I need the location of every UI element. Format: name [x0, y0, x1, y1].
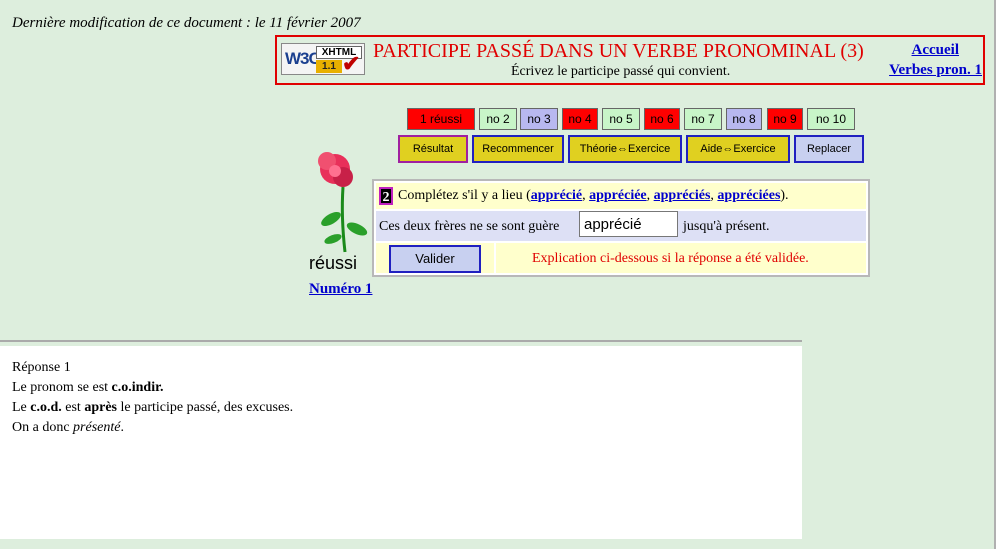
replacer-button[interactable]: Replacer — [794, 135, 864, 163]
checkmark-icon: ✔ — [342, 51, 361, 76]
answer-line-1: Le pronom se est c.o.indir. — [12, 380, 164, 395]
divider — [0, 340, 802, 342]
exercise-number-button-8[interactable]: no 8 — [726, 108, 762, 130]
valider-button[interactable]: Valider — [389, 245, 481, 273]
header-box: W3C XHTML 1.1 ✔ PARTICIPE PASSÉ DANS UN … — [275, 35, 985, 85]
option-apprecie[interactable]: apprécié — [531, 188, 582, 203]
answer-line-3: On a donc présenté. — [12, 420, 124, 435]
exercise-number-button-2[interactable]: no 2 — [479, 108, 517, 130]
answer-input[interactable] — [579, 211, 678, 237]
w3c-xhtml-badge[interactable]: W3C XHTML 1.1 ✔ — [281, 43, 365, 75]
answer-title: Réponse 1 — [12, 360, 71, 375]
answer-panel: Réponse 1 Le pronom se est c.o.indir. Le… — [0, 346, 802, 539]
option-apprecies[interactable]: appréciés — [654, 188, 711, 203]
page-subtitle: Écrivez le participe passé qui convient. — [511, 64, 731, 79]
exercise-number-button-7[interactable]: no 7 — [684, 108, 722, 130]
xhtml-version: 1.1 — [316, 60, 342, 73]
answer-line-2: Le c.o.d. est après le participe passé, … — [12, 400, 294, 415]
verbes-pron-link[interactable]: Verbes pron. 1 — [889, 62, 982, 79]
sentence-row: Ces deux frères ne se sont guère jusqu'à… — [376, 211, 866, 241]
option-appreciee[interactable]: appréciée — [589, 188, 647, 203]
exercise-number-button-3[interactable]: no 3 — [520, 108, 558, 130]
resultat-button[interactable]: Résultat — [398, 135, 468, 163]
exercise-table: 2 Complétez s'il y a lieu (apprécié, app… — [372, 179, 870, 277]
validate-cell: Valider — [376, 243, 494, 273]
instruction-text: Complétez s'il y a lieu (apprécié, appré… — [398, 188, 789, 203]
rose-icon — [318, 152, 368, 253]
sentence-before: Ces deux frères ne se sont guère — [379, 219, 560, 234]
numero-1-link[interactable]: Numéro 1 — [309, 281, 372, 298]
question-number-badge: 2 — [379, 187, 393, 205]
instruction-row: 2 Complétez s'il y a lieu (apprécié, app… — [376, 183, 866, 209]
option-appreciees[interactable]: appréciées — [717, 188, 780, 203]
aide-exercice-button[interactable]: Aide⇔Exercice — [686, 135, 790, 163]
exercise-number-button-10[interactable]: no 10 — [807, 108, 855, 130]
last-modified-date: Dernière modification de ce document : l… — [12, 15, 361, 31]
reussi-status-label: réussi — [309, 253, 358, 273]
explanation-note: Explication ci-dessous si la réponse a é… — [532, 251, 809, 266]
recommencer-button[interactable]: Recommencer — [472, 135, 564, 163]
w3c-logo-text: W3C — [285, 49, 321, 68]
accueil-link[interactable]: Accueil — [912, 42, 959, 59]
theorie-exercice-button[interactable]: Théorie⇔Exercice — [568, 135, 682, 163]
exercise-number-button-1[interactable]: 1 réussi — [407, 108, 475, 130]
exercise-number-button-5[interactable]: no 5 — [602, 108, 640, 130]
explanation-cell: Explication ci-dessous si la réponse a é… — [496, 243, 866, 273]
exercise-number-button-4[interactable]: no 4 — [562, 108, 598, 130]
exercise-number-button-9[interactable]: no 9 — [767, 108, 803, 130]
exercise-number-button-6[interactable]: no 6 — [644, 108, 680, 130]
page-title: PARTICIPE PASSÉ DANS UN VERBE PRONOMINAL… — [373, 40, 864, 62]
sentence-after: jusqu'à présent. — [683, 219, 770, 234]
